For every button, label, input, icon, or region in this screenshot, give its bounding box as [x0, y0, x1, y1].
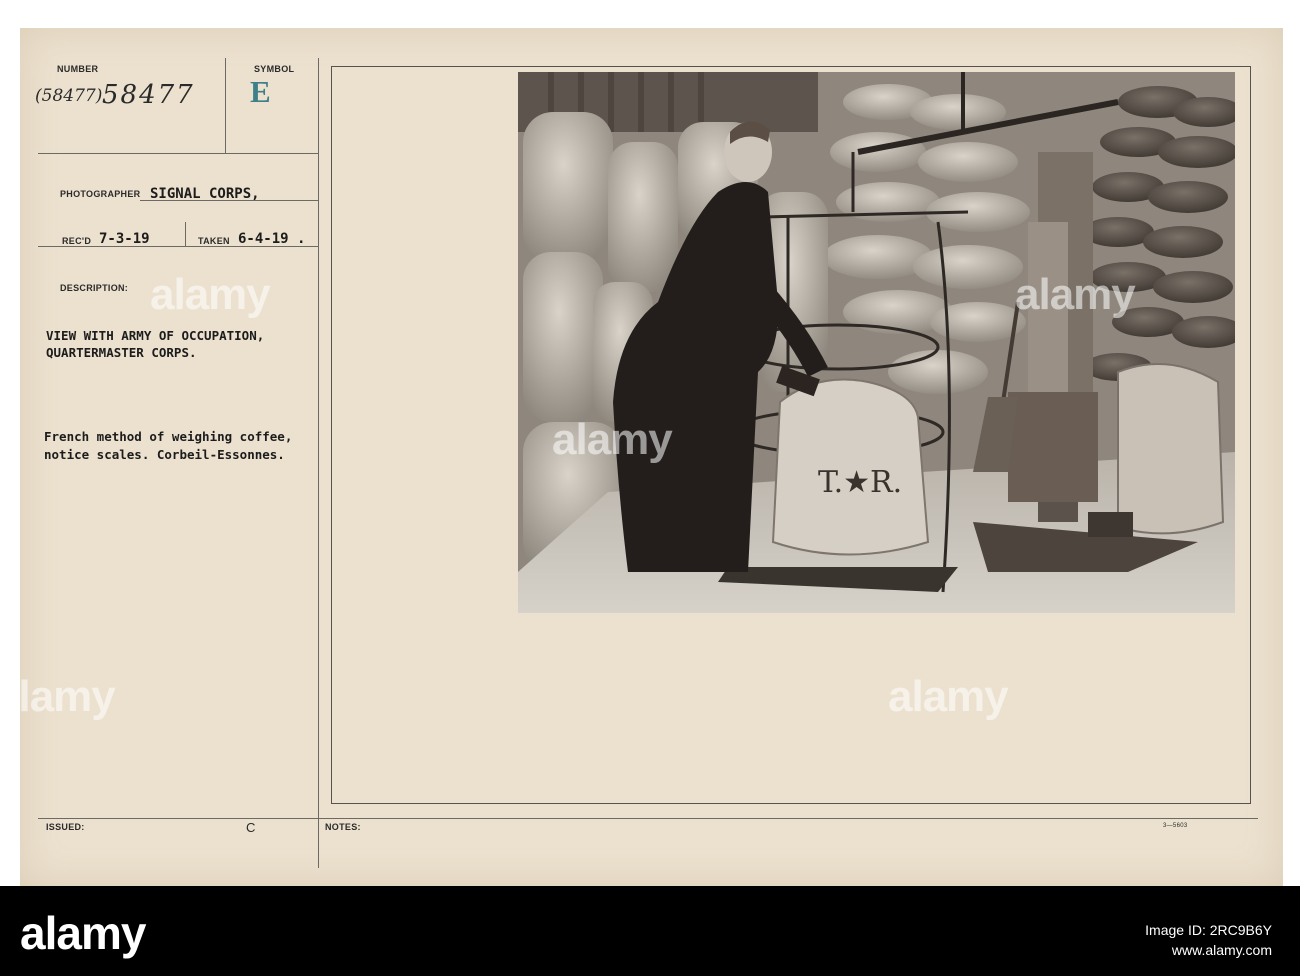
footer-logo[interactable]: alamy — [20, 906, 146, 960]
description-label: DESCRIPTION: — [60, 283, 129, 293]
photographer-value: SIGNAL CORPS, — [150, 186, 260, 202]
footer-bar — [0, 886, 1300, 976]
watermark-right: alamy — [888, 672, 1009, 721]
symbol-divider — [225, 58, 226, 153]
caption-line-2: notice scales. Corbeil-Essonnes. — [44, 447, 285, 462]
card-divider-main — [318, 58, 319, 868]
sack-mark: T.★R. — [818, 465, 902, 500]
recd-label: REC'D — [62, 236, 92, 246]
photo-drawing: T.★R. — [518, 72, 1235, 613]
archival-photo: T.★R. — [518, 72, 1235, 613]
footer-info: Image ID: 2RC9B6Y www.alamy.com — [1145, 920, 1272, 960]
issued-value: C — [246, 820, 256, 835]
photographer-label: PHOTOGRAPHER — [60, 189, 141, 199]
watermark-upper-right: alamy — [1015, 270, 1136, 319]
watermark-left: alamy — [0, 672, 116, 721]
header-rule — [38, 153, 318, 154]
symbol-label: SYMBOL — [254, 64, 295, 74]
number-label: NUMBER — [57, 64, 99, 74]
recd-value: 7-3-19 — [99, 231, 150, 247]
description-line-1: VIEW WITH ARMY OF OCCUPATION, — [46, 328, 265, 343]
symbol-value: E — [250, 74, 271, 109]
caption-line-1: French method of weighing coffee, — [44, 429, 293, 444]
number-old: (58477) — [35, 86, 103, 106]
watermark-top: alamy — [150, 270, 271, 319]
taken-value: 6-4-19 . — [238, 231, 306, 247]
image-id: Image ID: 2RC9B6Y — [1145, 922, 1272, 938]
site-link[interactable]: www.alamy.com — [1145, 940, 1272, 960]
bottom-rule — [38, 818, 1258, 819]
taken-label: TAKEN — [198, 236, 230, 246]
watermark-center: alamy — [552, 415, 673, 464]
notes-label: NOTES: — [325, 822, 361, 832]
issued-label: ISSUED: — [46, 822, 85, 832]
form-code: 3—5603 — [1163, 823, 1188, 829]
number-value: 58477 — [102, 80, 195, 110]
recd-divider — [185, 222, 186, 246]
description-line-2: QUARTERMASTER CORPS. — [46, 345, 197, 360]
